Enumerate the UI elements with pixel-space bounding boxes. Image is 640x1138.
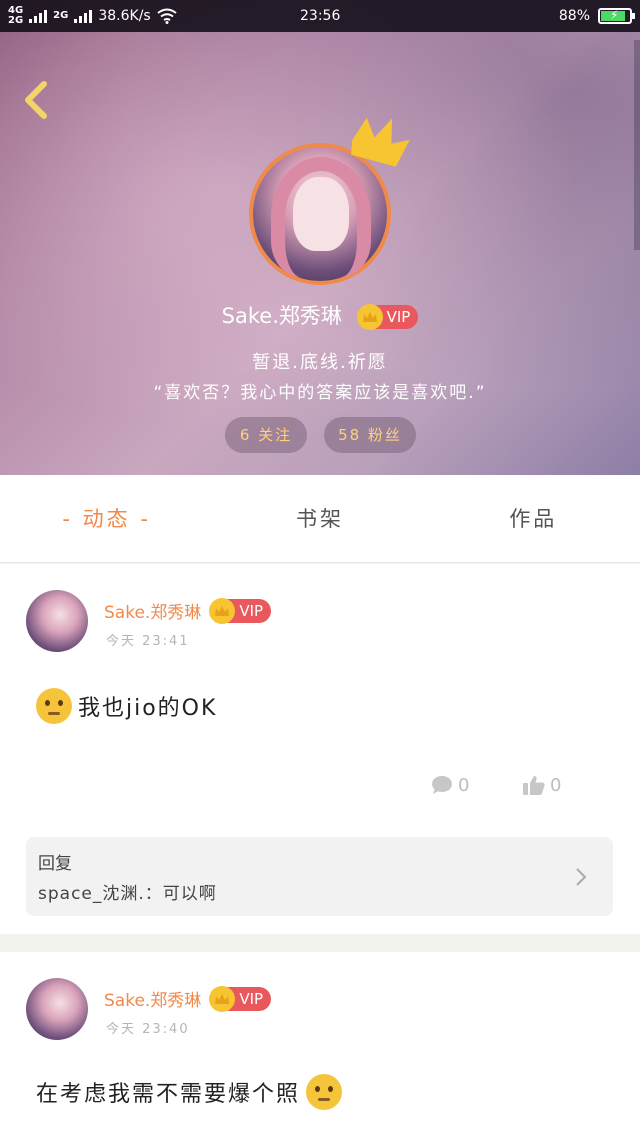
crown-icon (209, 985, 236, 1012)
clock: 23:56 (300, 8, 341, 24)
back-icon[interactable] (18, 78, 58, 122)
signature-line1: 暂退.底线.祈愿 (252, 352, 388, 373)
post-text: 我也jio的OK (36, 688, 217, 724)
crown-icon (351, 117, 410, 167)
avatar[interactable] (26, 978, 88, 1040)
tab-works[interactable]: 作品 (427, 475, 640, 562)
post-time: 今天 23:40 (106, 1022, 190, 1037)
profile-name: Sake.郑秀琳 VIP (0, 300, 640, 330)
reply-text: space_沈渊.：可以啊 (38, 884, 217, 904)
battery-icon: ⚡ (598, 8, 635, 24)
post-card[interactable]: Sake.郑秀琳 VIP 今天 23:41 我也jio的OK 0 0 回复 sp… (0, 564, 640, 934)
post-time: 今天 23:41 (106, 634, 190, 649)
signature-line2: “喜欢否？我心中的答案应该是喜欢吧.” (153, 383, 487, 403)
reply-preview[interactable]: 回复 space_沈渊.：可以啊 (26, 837, 613, 916)
tab-bookshelf[interactable]: 书架 (213, 475, 426, 562)
vip-badge: VIP (209, 985, 272, 1012)
followers-button[interactable]: 58 粉丝 (324, 417, 416, 453)
post-author[interactable]: Sake.郑秀琳 VIP (104, 985, 272, 1012)
network-speed: 38.6K/s (98, 8, 151, 24)
following-button[interactable]: 6 关注 (225, 417, 307, 453)
scrollbar[interactable] (634, 40, 640, 250)
status-bar: 4G 2G 2G 38.6K/s 23:56 88% ⚡ (0, 0, 640, 32)
like-button[interactable]: 0 (522, 774, 561, 796)
network-type: 4G 2G (8, 5, 24, 26)
crown-icon (209, 597, 236, 624)
tab-activity[interactable]: - 动态 - (0, 475, 213, 562)
tab-bar: - 动态 - 书架 作品 (0, 475, 640, 563)
wifi-icon (157, 8, 177, 24)
reply-label: 回复 (38, 854, 72, 874)
thumbs-up-icon (523, 776, 545, 795)
chevron-right-icon (576, 868, 587, 886)
avatar[interactable] (26, 590, 88, 652)
profile-header: 4G 2G 2G 38.6K/s 23:56 88% ⚡ Sake.郑秀琳 VI… (0, 0, 640, 475)
crown-icon (356, 304, 383, 330)
thinking-emoji-icon (36, 688, 72, 724)
post-author[interactable]: Sake.郑秀琳 VIP (104, 597, 272, 624)
battery-percent: 88% (558, 8, 590, 24)
network-type-2: 2G (53, 10, 69, 21)
post-text: 在考虑我需不需要爆个照 (36, 1074, 343, 1110)
thinking-emoji-icon (306, 1074, 343, 1110)
signal-icon (29, 9, 48, 23)
post-card[interactable]: Sake.郑秀琳 VIP 今天 23:40 在考虑我需不需要爆个照 (0, 952, 640, 1138)
vip-badge: VIP (356, 304, 419, 330)
comment-button[interactable]: 0 (430, 774, 469, 796)
comment-icon (432, 776, 452, 794)
signal-icon (74, 9, 93, 23)
vip-badge: VIP (209, 597, 272, 624)
